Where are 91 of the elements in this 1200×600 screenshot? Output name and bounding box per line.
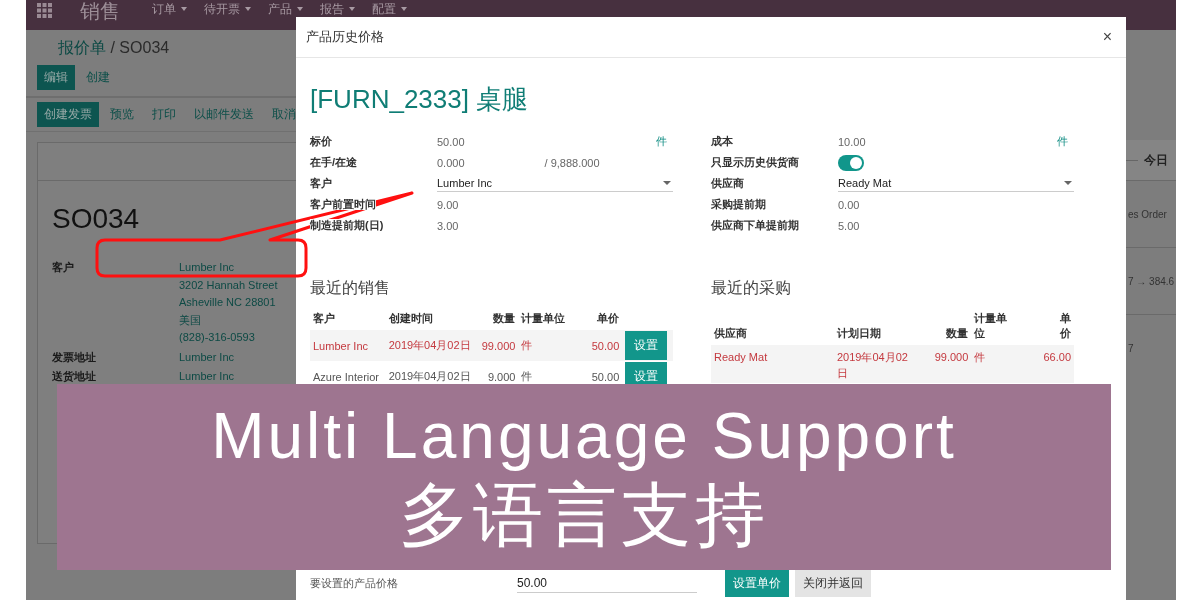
form-button[interactable]: 创建 [79, 65, 117, 90]
table-cell: 99.000 [475, 330, 519, 361]
column-header: 计量单位 [518, 307, 582, 330]
field-label: 客户 [52, 260, 75, 275]
message-text: es Order [1128, 208, 1167, 220]
column-header: 创建时间 [385, 307, 476, 330]
menu-item[interactable]: 订单 [152, 2, 187, 16]
field-value: 9.00 [437, 198, 459, 211]
unit-link[interactable]: 件 [656, 134, 667, 149]
breadcrumb: 报价单 / SO034 [58, 38, 171, 58]
action-button[interactable]: 创建发票 [37, 102, 99, 127]
column-header: 计量单位 [971, 307, 1030, 345]
column-header: 单价 [581, 307, 623, 330]
field-label: 客户前置时间 [310, 198, 376, 210]
field-label: 送货地址 [52, 369, 97, 384]
table-cell: 件 [518, 330, 582, 361]
field-value: 10.00 [838, 135, 866, 148]
action-button[interactable]: 取消 [265, 102, 303, 127]
set-button[interactable]: 设置 [625, 331, 668, 360]
select-field[interactable]: Ready Mat [838, 175, 1074, 192]
unit-link[interactable]: 件 [1057, 134, 1068, 149]
action-button[interactable]: 打印 [145, 102, 183, 127]
table-cell: 件 [971, 345, 1030, 383]
menu-item[interactable]: 配置 [372, 2, 407, 16]
address-line: (828)-316-0593 [179, 330, 256, 345]
field-label: 客户 [310, 177, 332, 189]
column-header: 供应商 [711, 307, 834, 345]
table-cell: 9.000 [475, 361, 519, 392]
table-cell: Ready Mat [711, 345, 834, 383]
field-label: 供应商 [711, 177, 744, 189]
field-label: 在手/在途 [310, 156, 358, 168]
field-label: 发票地址 [52, 349, 97, 365]
select-field[interactable]: Lumber Inc [437, 175, 673, 192]
close-button[interactable]: × [1098, 28, 1116, 46]
field-label: 只显示历史供货商 [711, 156, 799, 168]
dialog-button[interactable]: 关闭并返回 [795, 569, 871, 597]
table-row[interactable]: Lumber Inc 2019年04月02日 99.000 件 50.00 设置 [310, 330, 673, 361]
action-button[interactable]: 以邮件发送 [187, 102, 261, 127]
dialog-title: 产品历史价格 [306, 28, 384, 46]
menu-item[interactable]: 待开票 [204, 2, 251, 16]
field-value: 0.00 [838, 198, 860, 211]
table-cell: Lumber Inc [310, 330, 386, 361]
partner-link[interactable]: Lumber Inc [179, 258, 278, 276]
banner-subtitle: 多语言支持 [399, 475, 769, 556]
field-value: 50.00 [437, 135, 465, 148]
table-cell: 50.00 [581, 330, 623, 361]
table-cell: 件 [518, 361, 582, 392]
column-header: 计划日期 [833, 307, 921, 345]
address-line: 3202 Hannah Street [179, 277, 278, 293]
menu-item[interactable]: 报告 [320, 2, 355, 16]
partner-link[interactable]: Lumber Inc [179, 367, 235, 385]
field-label: 成本 [711, 135, 733, 147]
column-header: 客户 [310, 307, 386, 330]
address-line: 美国 [179, 312, 202, 328]
dialog-button[interactable]: 设置单价 [725, 569, 789, 597]
field-value: 5.00 [838, 219, 860, 232]
toggle-switch[interactable] [838, 154, 864, 171]
field-label: 采购提前期 [711, 198, 766, 210]
table-cell: 66.00 [1029, 345, 1074, 383]
message-text: 7 → 384.6 [1128, 275, 1175, 287]
banner-title: Multi Language Support [211, 399, 957, 475]
message-text: 7 [1128, 342, 1134, 354]
date-separator: 今日 [1144, 151, 1168, 169]
column-header: 数量 [475, 307, 519, 330]
table-cell: 50.00 [581, 361, 623, 392]
record-title: SO034 [52, 203, 140, 235]
form-button[interactable]: 编辑 [37, 65, 75, 90]
address-line: Asheville NC 28801 [179, 295, 277, 310]
column-header: 单价 [1029, 307, 1074, 345]
table-cell: 99.000 [920, 345, 972, 383]
column-header: 数量 [920, 307, 972, 345]
menu-item[interactable]: 产品 [268, 2, 303, 16]
action-button[interactable]: 预览 [103, 102, 141, 127]
field-value: 0.000 [437, 156, 465, 169]
field-value: / 9,888.000 [544, 156, 600, 169]
table-row[interactable]: Ready Mat 2019年04月02日 99.000 件 66.00 [711, 345, 1074, 383]
table-cell: 2019年04月02日 [385, 330, 476, 361]
apps-menu-icon[interactable] [37, 3, 52, 18]
partner-link[interactable]: Lumber Inc [179, 347, 235, 365]
section-title: 最近的采购 [711, 278, 792, 298]
table-cell: Azure Interior [310, 361, 386, 392]
field-label: 标价 [310, 135, 332, 147]
field-label: 制造提前期(日) [310, 219, 384, 231]
field-label: 供应商下单提前期 [711, 219, 799, 231]
section-title: 最近的销售 [310, 278, 391, 298]
product-title: [FURN_2333] 桌腿 [310, 83, 530, 116]
table-cell: 2019年04月02日 [833, 345, 921, 383]
field-value: 3.00 [437, 219, 459, 232]
table-cell: 2019年04月02日 [385, 361, 476, 392]
app-title: 销售 [80, 0, 120, 22]
field-label: 要设置的产品价格 [310, 575, 399, 591]
